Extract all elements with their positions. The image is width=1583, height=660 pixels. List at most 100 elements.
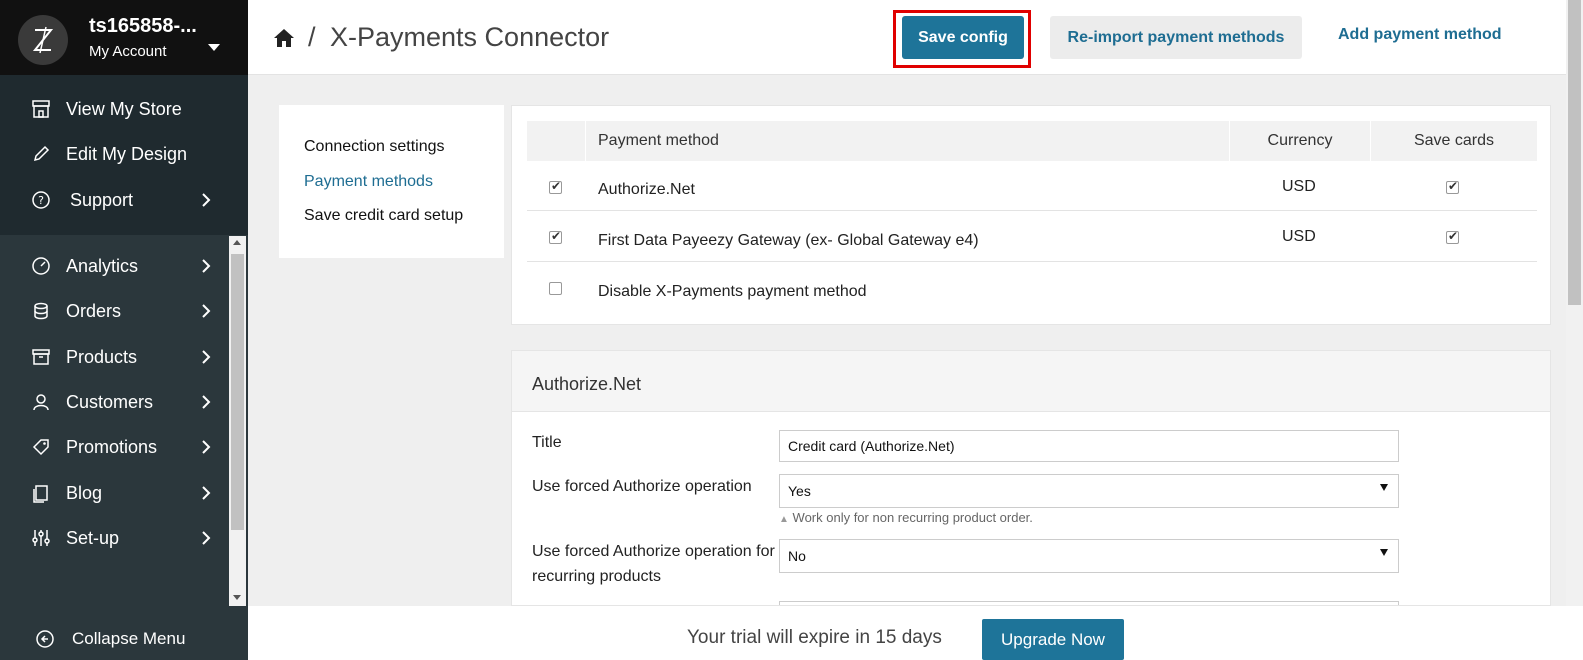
row-enable-checkbox[interactable] (549, 179, 562, 194)
nav-label: Set-up (66, 527, 120, 548)
chevron-right-icon (202, 395, 211, 409)
top-nav: View My Store Edit My Design ? Support (0, 75, 248, 235)
row-enable-checkbox[interactable] (549, 229, 562, 244)
save-cards-checkbox[interactable] (1446, 179, 1459, 194)
nav-promotions[interactable]: Promotions (0, 427, 228, 467)
sidebar-scrollbar-thumb[interactable] (231, 254, 244, 530)
row-enable-checkbox[interactable] (549, 282, 562, 295)
select-value: No (788, 548, 806, 564)
nav-label: Blog (66, 482, 103, 503)
dropdown-arrow-icon (1380, 484, 1388, 491)
title-input[interactable]: Credit card (Authorize.Net) (779, 430, 1399, 462)
collapse-menu-label: Collapse Menu (72, 629, 186, 648)
nav-label: Analytics (66, 255, 139, 276)
home-icon[interactable] (273, 27, 295, 49)
nav-customers[interactable]: Customers (0, 382, 228, 422)
subnav-connection-settings[interactable]: Connection settings (304, 138, 445, 156)
database-icon (34, 302, 48, 320)
section-header: Authorize.Net (512, 351, 1550, 412)
nav-view-my-store[interactable]: View My Store (0, 89, 228, 129)
payment-method-currency: USD (1282, 178, 1316, 195)
nav-blog[interactable]: Blog (0, 473, 228, 513)
settings-subnav: Connection settings Payment methods Save… (279, 105, 504, 258)
nav-set-up[interactable]: Set-up (0, 518, 228, 558)
nav-label: Edit My Design (66, 143, 188, 164)
payment-method-name: Disable X-Payments payment method (598, 283, 867, 300)
table-header-payment-method: Payment method (586, 121, 1229, 161)
chevron-down-icon[interactable] (208, 44, 220, 51)
triangle-up-icon: ▲ (779, 514, 789, 525)
subnav-payment-methods[interactable]: Payment methods (304, 173, 433, 191)
pencil-icon (33, 145, 50, 162)
sidebar: ts165858-... My Account View My Store Ed… (0, 0, 248, 660)
add-payment-method-button[interactable]: Add payment method (1338, 26, 1502, 44)
archive-icon (32, 349, 50, 365)
save-config-button[interactable]: Save config (902, 16, 1024, 59)
user-icon (33, 394, 49, 411)
dropdown-arrow-icon (1380, 549, 1388, 556)
table-header-select (527, 121, 585, 161)
field-label-forced-authorize: Use forced Authorize operation (532, 478, 752, 495)
nav-label: Promotions (66, 436, 158, 457)
store-logo-icon (18, 15, 68, 65)
payment-method-name: First Data Payeezy Gateway (ex- Global G… (598, 232, 979, 249)
collapse-menu-button[interactable]: Collapse Menu (0, 620, 248, 658)
chevron-right-icon (202, 193, 211, 207)
reimport-payment-methods-button[interactable]: Re-import payment methods (1050, 16, 1302, 59)
nav-label: Support (70, 189, 134, 210)
chevron-right-icon (202, 486, 211, 500)
nav-label: View My Store (66, 98, 182, 119)
nav-support[interactable]: ? Support (0, 180, 228, 220)
save-cards-checkbox[interactable] (1446, 229, 1459, 244)
section-title: Authorize.Net (532, 374, 642, 394)
field-label-forced-authorize-recurring: Use forced Authorize operation for recur… (532, 543, 775, 585)
payment-method-name: Authorize.Net (598, 181, 695, 198)
scroll-down-arrow-icon[interactable] (233, 595, 241, 600)
trial-message: Your trial will expire in 15 days (687, 627, 942, 648)
page-scrollbar-thumb[interactable] (1568, 0, 1581, 305)
nav-orders[interactable]: Orders (0, 291, 228, 331)
chevron-right-icon (202, 350, 211, 364)
forced-authorize-recurring-select[interactable]: No (779, 539, 1399, 573)
svg-text:?: ? (38, 194, 44, 207)
nav-products[interactable]: Products (0, 337, 228, 377)
upgrade-now-button[interactable]: Upgrade Now (982, 619, 1124, 660)
subnav-save-credit-card-setup[interactable]: Save credit card setup (304, 207, 463, 225)
account-switcher[interactable]: ts165858-... My Account (0, 0, 248, 75)
hint-text: Work only for non recurring product orde… (792, 510, 1033, 525)
question-icon: ? (32, 191, 50, 209)
breadcrumb-separator: / (308, 22, 316, 52)
field-label-title: Title (532, 434, 562, 451)
payment-method-currency: USD (1282, 228, 1316, 245)
account-subtitle: My Account (89, 43, 167, 60)
tags-icon (32, 439, 49, 456)
table-header-save-cards: Save cards (1371, 121, 1537, 161)
nav-label: Orders (66, 300, 122, 321)
nav-edit-my-design[interactable]: Edit My Design (0, 134, 228, 174)
document-icon (33, 485, 48, 503)
sliders-icon (32, 530, 50, 546)
nav-label: Products (66, 346, 138, 367)
scroll-up-arrow-icon[interactable] (233, 240, 241, 245)
row-divider (527, 210, 1537, 211)
table-header-currency: Currency (1230, 121, 1370, 161)
chevron-right-icon (202, 531, 211, 545)
row-divider (527, 261, 1537, 262)
forced-authorize-select[interactable]: Yes (779, 474, 1399, 508)
payment-methods-table: Payment method Currency Save cards Autho… (511, 105, 1551, 325)
page-title: X-Payments Connector (330, 22, 610, 52)
field-hint: ▲ Work only for non recurring product or… (779, 510, 1033, 525)
chevron-right-icon (202, 304, 211, 318)
store-icon (32, 100, 50, 118)
account-name: ts165858-... (89, 15, 197, 37)
nav-analytics[interactable]: Analytics (0, 246, 228, 286)
trial-banner: Your trial will expire in 15 days Upgrad… (248, 606, 1583, 660)
chevron-right-icon (202, 259, 211, 273)
gauge-icon (32, 257, 50, 275)
nav-label: Customers (66, 391, 154, 412)
chevron-right-icon (202, 440, 211, 454)
select-value: Yes (788, 483, 811, 499)
authorize-net-settings: Authorize.Net Title Credit card (Authori… (511, 350, 1551, 606)
arrow-left-circle-icon (36, 630, 54, 648)
page-header: / X-Payments Connector Save config Re-im… (248, 0, 1566, 75)
